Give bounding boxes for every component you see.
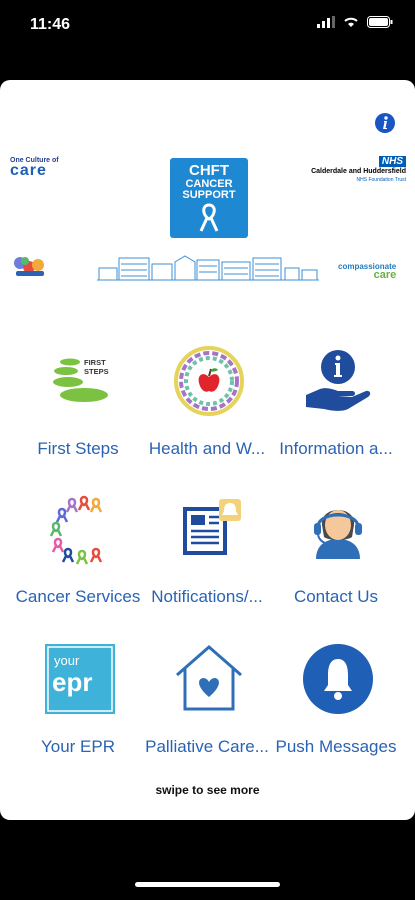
nhs-trust-logo: NHS Calderdale and Huddersfield NHS Foun…	[311, 156, 406, 183]
one-culture-of-care-logo: One Culture of care	[10, 157, 59, 179]
tile-notifications[interactable]: Notifications/...	[139, 493, 275, 633]
tile-label: First Steps	[37, 439, 119, 458]
svg-text:STEPS: STEPS	[84, 367, 109, 376]
tile-label: Your EPR	[40, 737, 116, 756]
chft-cancer-support-logo: CHFT CANCER SUPPORT	[170, 158, 248, 238]
svg-text:your: your	[54, 653, 80, 668]
tile-label: Notifications/...	[151, 587, 263, 606]
ribbons-icon	[49, 495, 103, 565]
bell-icon	[303, 644, 373, 714]
ribbon-icon	[199, 203, 219, 232]
your-epr-icon: your epr	[45, 644, 115, 714]
tile-push-messages[interactable]: Push Messages	[268, 643, 404, 783]
status-icons	[317, 16, 393, 28]
house-heart-icon	[176, 645, 242, 711]
tile-palliative-care[interactable]: Palliative Care...	[139, 643, 275, 783]
newspaper-bell-icon	[183, 499, 241, 555]
information-hand-icon	[306, 350, 371, 411]
info-icon[interactable]	[374, 112, 396, 134]
status-bar: 11:46	[0, 0, 415, 60]
first-steps-icon: FIRST STEPS	[53, 358, 109, 402]
tile-information[interactable]: Information a...	[268, 345, 404, 485]
tile-cancer-services[interactable]: Cancer Services	[10, 493, 146, 633]
hospital-skyline-illustration	[97, 255, 319, 281]
tile-first-steps[interactable]: FIRST STEPS First Steps	[10, 345, 146, 485]
tile-your-epr[interactable]: your epr Your EPR	[10, 643, 146, 783]
tile-health-and-wellbeing[interactable]: Health and W...	[139, 345, 275, 485]
tile-label: Cancer Services	[15, 587, 141, 606]
compassionate-care-logo: compassionate care	[338, 262, 397, 281]
tile-label: Palliative Care...	[145, 737, 269, 756]
tile-label: Health and W...	[148, 439, 266, 458]
svg-text:FIRST: FIRST	[84, 358, 106, 367]
home-indicator[interactable]	[135, 882, 280, 887]
family-illustration	[14, 257, 44, 276]
swipe-hint: swipe to see more	[155, 783, 260, 797]
tile-label: Information a...	[279, 439, 393, 458]
tile-label: Contact Us	[293, 587, 379, 606]
wifi-icon	[344, 17, 358, 27]
headset-person-icon	[314, 510, 362, 559]
tile-contact-us[interactable]: Contact Us	[268, 493, 404, 633]
status-time: 11:46	[30, 16, 71, 33]
svg-text:epr: epr	[52, 667, 92, 697]
battery-icon	[367, 16, 393, 28]
signal-icon	[317, 16, 335, 28]
tile-label: Push Messages	[275, 737, 397, 756]
health-apple-icon	[174, 346, 244, 416]
